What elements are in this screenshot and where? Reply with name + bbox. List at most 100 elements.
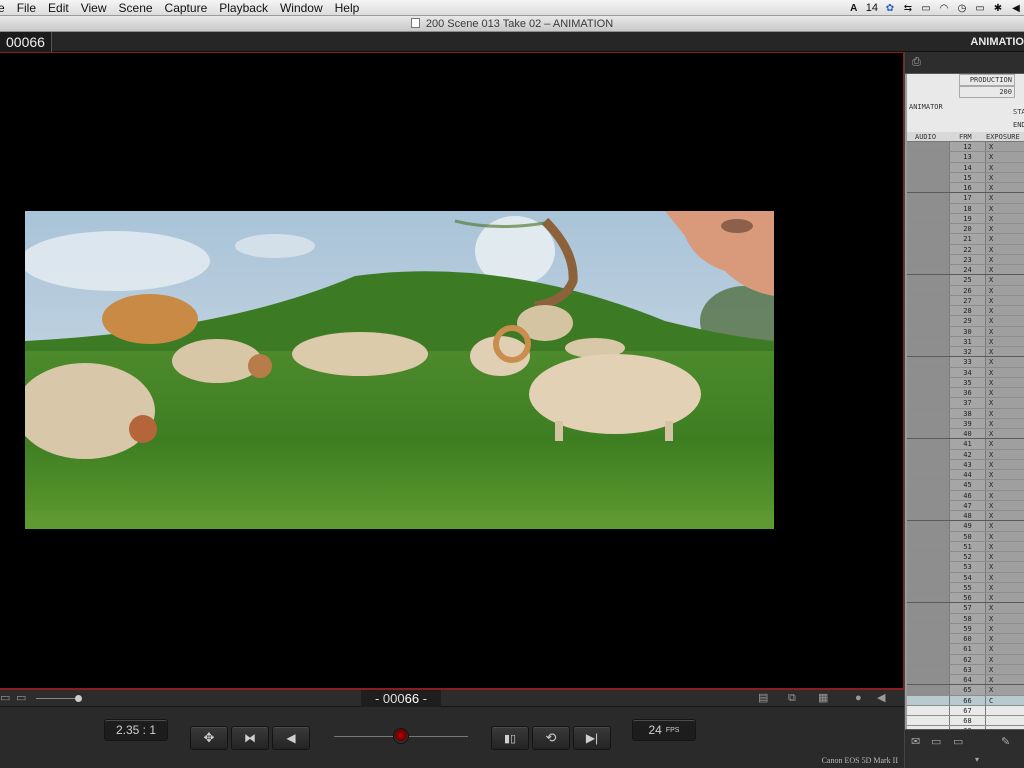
audio-cell[interactable]	[907, 459, 949, 469]
onion-skin-icon[interactable]: ⧉	[788, 691, 796, 705]
menu-view[interactable]: View	[75, 0, 113, 16]
xsheet-row[interactable]: 58 X	[907, 613, 1024, 624]
audio-cell[interactable]	[907, 142, 949, 152]
audio-cell[interactable]	[907, 675, 949, 685]
audio-cell[interactable]	[907, 285, 949, 295]
xsheet-row[interactable]: 63 X	[907, 664, 1024, 675]
xsheet-row[interactable]: 17 X	[907, 193, 1024, 204]
panel-toggle-icon[interactable]: ▭	[0, 691, 10, 705]
exposure-cell[interactable]: X	[985, 418, 1024, 428]
step-forward-button[interactable]: ▶|	[573, 726, 611, 750]
xsheet-row[interactable]: 24 X	[907, 265, 1024, 276]
production-value[interactable]: 200	[959, 86, 1015, 98]
xsheet-row[interactable]: 60 X	[907, 634, 1024, 645]
xsheet-row[interactable]: 36 X	[907, 388, 1024, 399]
audio-cell[interactable]	[907, 613, 949, 623]
xsheet-row[interactable]: 18 X	[907, 203, 1024, 214]
gear-badge-icon[interactable]: ✿	[884, 2, 896, 14]
xsheet-row[interactable]: 41 X	[907, 439, 1024, 450]
xsheet-row[interactable]: 64 X	[907, 675, 1024, 686]
xsheet-row[interactable]: 44 X	[907, 470, 1024, 481]
exposure-cell[interactable]: X	[985, 552, 1024, 562]
exposure-cell[interactable]: X	[985, 367, 1024, 377]
audio-cell[interactable]	[907, 234, 949, 244]
audio-cell[interactable]	[907, 203, 949, 213]
filmstrip-view-icon[interactable]: ▤	[758, 691, 768, 705]
comment-icon[interactable]: ●	[855, 691, 862, 705]
exposure-cell[interactable]: X	[985, 388, 1024, 398]
exposure-cell[interactable]: X	[985, 275, 1024, 285]
audio-cell[interactable]	[907, 654, 949, 664]
xsheet-row[interactable]: 33 X	[907, 357, 1024, 368]
exposure-cell[interactable]: X	[985, 347, 1024, 357]
xsheet-row[interactable]: 31 X	[907, 336, 1024, 347]
exposure-cell[interactable]: X	[985, 644, 1024, 654]
audio-cell[interactable]	[907, 367, 949, 377]
exposure-cell[interactable]: X	[985, 326, 1024, 336]
zoom-slider-knob[interactable]	[75, 695, 82, 702]
menu-file[interactable]: File	[11, 0, 42, 16]
capture-viewer[interactable]	[0, 52, 904, 689]
audio-cell[interactable]	[907, 152, 949, 162]
menu-window[interactable]: Window	[274, 0, 329, 16]
filmstrip-icon[interactable]: ▭	[16, 691, 26, 705]
exposure-cell[interactable]: X	[985, 193, 1024, 203]
xsheet-row[interactable]: 38 X	[907, 408, 1024, 419]
exposure-cell[interactable]: X	[985, 582, 1024, 592]
xsheet-row[interactable]: 29 X	[907, 316, 1024, 327]
audio-cell[interactable]	[907, 306, 949, 316]
exposure-cell[interactable]: X	[985, 593, 1024, 603]
audio-cell[interactable]	[907, 193, 949, 203]
loop-points-button[interactable]: ✥	[190, 726, 228, 750]
xsheet-row[interactable]: 48 X	[907, 511, 1024, 522]
adobe-icon[interactable]: A	[848, 2, 860, 14]
printer-icon[interactable]: ⎙	[912, 56, 921, 68]
audio-cell[interactable]	[907, 685, 949, 695]
scroll-down-icon[interactable]: ▾	[975, 754, 979, 766]
audio-cell[interactable]	[907, 265, 949, 275]
mode-label[interactable]: ANIMATIO	[970, 32, 1024, 52]
xsheet-row[interactable]: 12 X	[907, 142, 1024, 153]
exposure-cell[interactable]: X	[985, 183, 1024, 193]
display-icon[interactable]: ▭	[920, 2, 932, 14]
exposure-cell[interactable]: X	[985, 613, 1024, 623]
exposure-cell[interactable]: X	[985, 142, 1024, 152]
exposure-cell[interactable]	[985, 705, 1024, 715]
exposure-cell[interactable]: X	[985, 490, 1024, 500]
audio-cell[interactable]	[907, 582, 949, 592]
audio-cell[interactable]	[907, 377, 949, 387]
exposure-cell[interactable]: X	[985, 172, 1024, 182]
exposure-cell[interactable]: X	[985, 480, 1024, 490]
xsheet-row[interactable]: 37 X	[907, 398, 1024, 409]
menu-app[interactable]: e	[0, 0, 11, 16]
xsheet-row[interactable]: 28 X	[907, 306, 1024, 317]
battery-icon[interactable]: ▭	[974, 2, 986, 14]
audio-cell[interactable]	[907, 623, 949, 633]
xsheet-row[interactable]: 23 X	[907, 254, 1024, 265]
audio-cell[interactable]	[907, 634, 949, 644]
audio-cell[interactable]	[907, 541, 949, 551]
zoom-slider-track[interactable]	[36, 698, 78, 699]
wifi-icon[interactable]: ◠	[938, 2, 950, 14]
xsheet-row[interactable]: 19 X	[907, 213, 1024, 224]
exposure-cell[interactable]: X	[985, 511, 1024, 521]
exposure-cell[interactable]: X	[985, 408, 1024, 418]
xsheet-row[interactable]: 42 X	[907, 449, 1024, 460]
toggle-live-button[interactable]: ▮▯	[491, 726, 529, 750]
exposure-cell[interactable]: X	[985, 162, 1024, 172]
audio-cell[interactable]	[907, 480, 949, 490]
audio-cell[interactable]	[907, 183, 949, 193]
xsheet-row[interactable]: 34 X	[907, 367, 1024, 378]
xsheet-row[interactable]: 47 X	[907, 500, 1024, 511]
xsheet-row[interactable]: 26 X	[907, 285, 1024, 296]
audio-cell[interactable]	[907, 357, 949, 367]
exposure-cell[interactable]: X	[985, 244, 1024, 254]
xsheet-row[interactable]: 20 X	[907, 224, 1024, 235]
exposure-cell[interactable]: X	[985, 306, 1024, 316]
exposure-cell[interactable]: X	[985, 521, 1024, 531]
xsheet-row[interactable]: 61 X	[907, 644, 1024, 655]
exposure-cell[interactable]	[985, 716, 1024, 726]
exposure-cell[interactable]: X	[985, 336, 1024, 346]
time-machine-icon[interactable]: ◷	[956, 2, 968, 14]
camera-shutter-button[interactable]: ⧓	[231, 726, 269, 750]
